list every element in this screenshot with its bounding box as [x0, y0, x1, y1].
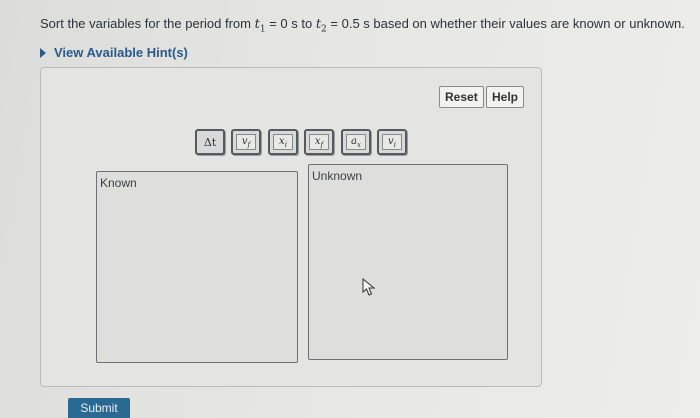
t1-symbol: t1 [254, 17, 266, 35]
view-hints-link[interactable]: View Available Hint(s) [40, 45, 188, 60]
unknown-drop-zone[interactable]: Unknown [308, 164, 508, 360]
known-label: Known [100, 176, 137, 190]
tile-vf[interactable]: vf [231, 129, 261, 155]
caret-right-icon [40, 47, 46, 58]
tile-xi[interactable]: xi [268, 129, 298, 155]
t2-symbol: t2 [315, 17, 327, 35]
question-text: Sort the variables for the period from t… [40, 16, 685, 35]
known-drop-zone[interactable]: Known [96, 171, 298, 363]
tile-xf[interactable]: xf [304, 129, 334, 155]
tile-vi[interactable]: vi [377, 129, 407, 155]
unknown-label: Unknown [312, 169, 363, 183]
help-button[interactable]: Help [486, 86, 525, 108]
reset-button[interactable]: Reset [439, 86, 484, 108]
submit-button[interactable]: Submit [68, 398, 130, 418]
tile-ax[interactable]: ax [341, 129, 371, 155]
mouse-cursor-icon [362, 278, 376, 296]
tile-delta-t[interactable]: Δt [195, 129, 225, 155]
